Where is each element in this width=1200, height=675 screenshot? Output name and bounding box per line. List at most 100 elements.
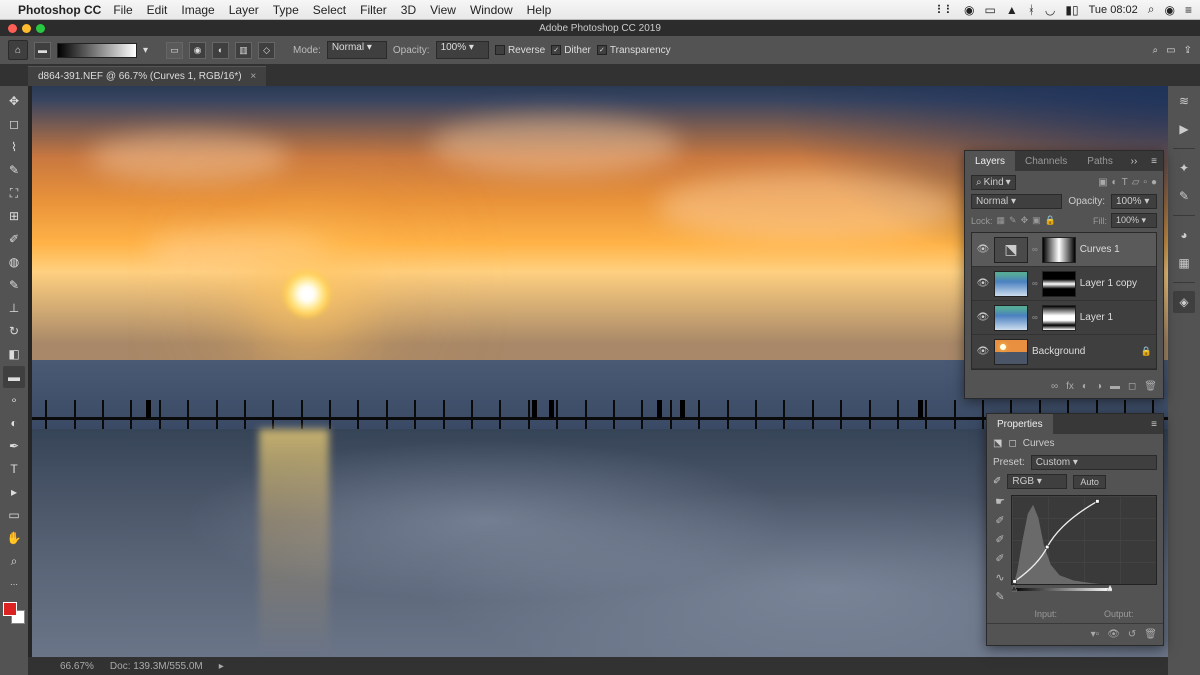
document-tab[interactable]: d864-391.NEF @ 66.7% (Curves 1, RGB/16*)… [28,66,266,86]
panel-menu-icon[interactable]: ≡ [1145,419,1163,430]
collapse-icon[interactable]: ›› [1125,156,1144,167]
type-tool[interactable]: T [3,458,25,480]
menu-file[interactable]: File [113,3,132,17]
delete-layer-icon[interactable]: 🗑 [1144,381,1157,392]
new-layer-icon[interactable]: ◻ [1128,381,1136,392]
airplay-icon[interactable]: ▲ [1006,3,1018,17]
fx-icon[interactable]: fx [1066,381,1074,392]
transparency-checkbox[interactable]: ✓Transparency [597,45,671,56]
filter-adjust-icon[interactable]: ◐ [1112,177,1118,188]
shape-tool[interactable]: ▭ [3,504,25,526]
edit-points-icon[interactable]: ∿ [995,571,1004,584]
quick-select-tool[interactable]: ✎ [3,159,25,181]
layer-fill-input[interactable]: 100% ▾ [1111,213,1157,228]
app-menu[interactable]: Photoshop CC [18,3,101,17]
eyedropper-tool[interactable]: ✐ [3,228,25,250]
display-icon[interactable]: ▭ [984,3,995,17]
visibility-icon[interactable]: 👁 [976,346,990,357]
menu-type[interactable]: Type [273,3,299,17]
reset-icon[interactable]: ↺ [1128,629,1136,640]
layer-name[interactable]: Layer 1 copy [1080,278,1152,289]
gradient-dropdown-icon[interactable]: ▾ [143,45,148,56]
layer-filter-select[interactable]: ⌕ Kind ▾ [971,175,1016,190]
lock-trans-icon[interactable]: ▦ [997,215,1006,226]
layer-row[interactable]: 👁 Background 🔒 [972,335,1156,369]
eyedropper-icon[interactable]: ✐ [993,476,1001,487]
layer-row[interactable]: 👁 ⬔ ∞ Curves 1 [972,233,1156,267]
mask-icon[interactable]: ◐ [1082,381,1088,392]
channel-select[interactable]: RGB ▾ [1007,474,1067,489]
menu-layer[interactable]: Layer [229,3,259,17]
path-select-tool[interactable]: ▸ [3,481,25,503]
foreground-color[interactable] [3,602,17,616]
reverse-checkbox[interactable]: Reverse [495,45,545,56]
layer-opacity-input[interactable]: 100% ▾ [1111,194,1157,209]
color-panel-icon[interactable]: ◕ [1173,224,1195,246]
menu-3d[interactable]: 3D [401,3,416,17]
draw-curve-icon[interactable]: ✎ [995,590,1004,603]
layer-thumb[interactable]: ⬔ [994,237,1028,263]
layer-name[interactable]: Layer 1 [1080,312,1152,323]
layer-thumb[interactable] [994,339,1028,365]
menu-help[interactable]: Help [527,3,552,17]
gradient-tool[interactable]: ▬ [3,366,25,388]
paths-tab[interactable]: Paths [1077,151,1123,171]
notification-icon[interactable]: ≡ [1185,3,1192,17]
brush-settings-icon[interactable]: ✎ [1173,185,1195,207]
layer-thumb[interactable] [994,305,1028,331]
mask-mode-icon[interactable]: ◻ [1008,438,1016,449]
dodge-tool[interactable]: ◐ [3,412,25,434]
curves-graph[interactable] [1011,495,1157,585]
bluetooth-icon[interactable]: ᚼ [1028,3,1035,17]
doc-size[interactable]: Doc: 139.3M/555.0M [110,661,203,672]
menu-edit[interactable]: Edit [147,3,168,17]
menu-view[interactable]: View [430,3,456,17]
home-button[interactable]: ⌂ [8,40,28,60]
target-adjust-icon[interactable]: ☛ [995,495,1005,508]
diamond-gradient-button[interactable]: ◇ [258,42,275,59]
lasso-tool[interactable]: ⌇ [3,136,25,158]
filter-type-icon[interactable]: T [1122,177,1128,188]
menu-window[interactable]: Window [470,3,513,17]
close-tab-icon[interactable]: × [250,71,256,82]
eraser-tool[interactable]: ◧ [3,343,25,365]
edit-toolbar-button[interactable]: ⋯ [3,573,25,595]
wifi-icon[interactable]: ◡ [1045,3,1055,17]
history-panel-icon[interactable]: ≋ [1173,90,1195,112]
pen-tool[interactable]: ✒ [3,435,25,457]
layers-panel-icon[interactable]: ◈ [1173,291,1195,313]
brushes-panel-icon[interactable]: ✦ [1173,157,1195,179]
panel-menu-icon[interactable]: ≡ [1145,156,1163,167]
linear-gradient-button[interactable]: ▭ [166,42,183,59]
cc-icon[interactable]: ◉ [964,3,974,17]
group-icon[interactable]: ▬ [1110,381,1120,392]
share-icon[interactable]: ⇪ [1184,45,1192,56]
menu-filter[interactable]: Filter [360,3,387,17]
siri-icon[interactable]: ◉ [1165,3,1175,17]
white-point-icon[interactable]: ✐ [995,552,1004,565]
lock-paint-icon[interactable]: ✎ [1009,215,1017,226]
dropbox-icon[interactable]: ⠇⠇ [936,3,954,17]
zoom-tool[interactable]: ⌕ [3,550,25,572]
gradient-tool-icon[interactable]: ▬ [34,42,51,59]
lock-all-icon[interactable]: 🔒 [1045,215,1056,226]
link-icon[interactable]: ∞ [1032,279,1038,288]
status-arrow-icon[interactable]: ▸ [219,661,224,672]
layer-mask-thumb[interactable] [1042,237,1076,263]
blend-mode-select[interactable]: Normal ▾ [327,41,387,59]
frame-tool[interactable]: ⊞ [3,205,25,227]
radial-gradient-button[interactable]: ◉ [189,42,206,59]
dither-checkbox[interactable]: ✓Dither [551,45,591,56]
history-brush-tool[interactable]: ↻ [3,320,25,342]
lock-pos-icon[interactable]: ✥ [1021,215,1029,226]
menu-image[interactable]: Image [181,3,214,17]
layer-mask-thumb[interactable] [1042,305,1076,331]
marquee-tool[interactable]: ◻ [3,113,25,135]
view-previous-icon[interactable]: 👁 [1107,629,1120,640]
layer-name[interactable]: Curves 1 [1080,244,1152,255]
layers-tab[interactable]: Layers [965,151,1015,171]
visibility-icon[interactable]: 👁 [976,278,990,289]
actions-panel-icon[interactable]: ▶ [1173,118,1195,140]
black-point-icon[interactable]: ✐ [995,514,1004,527]
preset-select[interactable]: Custom ▾ [1031,455,1157,470]
